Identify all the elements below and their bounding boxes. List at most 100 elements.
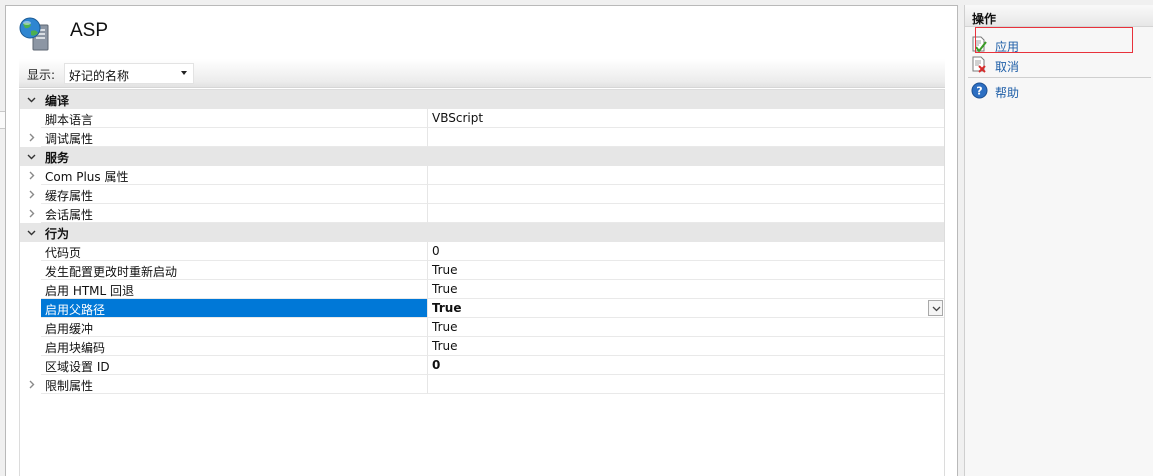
chevron-right-icon[interactable] (26, 132, 37, 143)
category-row[interactable]: 编译 (20, 90, 944, 109)
property-row[interactable]: 调试属性 (20, 128, 944, 147)
page-title: ASP (70, 20, 109, 41)
actions-title: 操作 (965, 5, 1153, 27)
property-value[interactable] (427, 375, 944, 394)
property-value[interactable] (427, 128, 944, 147)
category-name: 服务 (45, 151, 70, 165)
row-margin (20, 375, 41, 394)
property-value (427, 90, 944, 109)
help-icon: ? (971, 82, 988, 99)
chevron-right-icon[interactable] (26, 208, 37, 219)
dropdown-arrow-icon (181, 71, 187, 75)
row-margin (20, 128, 41, 147)
property-name: 启用父路径 (41, 299, 427, 318)
property-value-text: True (432, 263, 458, 277)
property-name: 调试属性 (41, 128, 427, 147)
property-name: 代码页 (41, 242, 427, 261)
property-name: 启用缓冲 (41, 318, 427, 337)
property-row[interactable]: 限制属性 (20, 375, 944, 394)
property-row[interactable]: 缓存属性 (20, 185, 944, 204)
property-value[interactable]: True (427, 318, 944, 337)
property-value[interactable] (427, 204, 944, 223)
property-value[interactable] (427, 166, 944, 185)
property-value[interactable]: True (427, 261, 944, 280)
property-row[interactable]: 会话属性 (20, 204, 944, 223)
row-margin (20, 318, 41, 337)
property-row[interactable]: 启用块编码 True (20, 337, 944, 356)
property-value[interactable] (427, 185, 944, 204)
property-name: 会话属性 (41, 204, 427, 223)
property-row[interactable]: 启用 HTML 回退 True (20, 280, 944, 299)
display-select-value: 好记的名称 (69, 69, 130, 83)
display-label: 显示: (27, 68, 56, 82)
row-margin (20, 261, 41, 280)
property-row[interactable]: 发生配置更改时重新启动 True (20, 261, 944, 280)
cancel-action[interactable]: 取消 (971, 56, 1151, 74)
actions-pane: 操作 应用 取消 ? 帮助 (964, 5, 1153, 476)
cancel-icon (972, 56, 986, 73)
property-value[interactable]: 0 (427, 242, 944, 261)
row-margin (20, 337, 41, 356)
svg-text:?: ? (976, 85, 982, 98)
row-margin (20, 90, 41, 109)
row-margin (20, 185, 41, 204)
property-value[interactable]: True (427, 280, 944, 299)
property-name: 限制属性 (41, 375, 427, 394)
property-row[interactable]: 启用缓冲 True (20, 318, 944, 337)
row-margin (20, 242, 41, 261)
chevron-down-icon[interactable] (26, 94, 37, 105)
feature-pane: ASP 显示: 好记的名称 编译 脚本语言 VBScript 调试属性服务 Com Pl… (5, 5, 958, 476)
property-value[interactable]: True (427, 299, 944, 318)
chevron-down-icon[interactable] (26, 151, 37, 162)
cancel-label: 取消 (995, 60, 1020, 74)
property-row[interactable]: 区域设置 ID 0 (20, 356, 944, 375)
display-select[interactable]: 好记的名称 (64, 63, 194, 84)
category-name: 行为 (45, 227, 70, 241)
help-label: 帮助 (995, 86, 1020, 100)
property-value (427, 147, 944, 166)
chevron-down-icon[interactable] (26, 227, 37, 238)
property-name: 缓存属性 (41, 185, 427, 204)
category-name: 编译 (45, 94, 70, 108)
property-name: 脚本语言 (41, 109, 427, 128)
row-margin (20, 280, 41, 299)
actions-divider (968, 77, 1151, 78)
chevron-down-icon (932, 306, 941, 312)
property-name: 启用块编码 (41, 337, 427, 356)
asp-globe-icon (19, 17, 49, 51)
chevron-right-icon[interactable] (26, 170, 37, 181)
row-margin (20, 299, 41, 318)
chevron-right-icon[interactable] (26, 379, 37, 390)
property-value-text: VBScript (432, 111, 484, 125)
property-value-text: 0 (432, 358, 441, 372)
value-dropdown-button[interactable] (928, 300, 943, 316)
property-row[interactable]: 启用父路径 True (20, 299, 944, 318)
row-margin (20, 204, 41, 223)
display-toolbar: 显示: 好记的名称 (19, 59, 945, 88)
property-row[interactable]: 代码页 0 (20, 242, 944, 261)
property-name: 区域设置 ID (41, 356, 427, 375)
highlight-annotation (975, 27, 1133, 53)
property-value[interactable]: VBScript (427, 109, 944, 128)
property-row[interactable]: Com Plus 属性 (20, 166, 944, 185)
property-value-text: 0 (432, 244, 440, 258)
category-row[interactable]: 服务 (20, 147, 944, 166)
property-value-text: True (432, 320, 458, 334)
property-value[interactable]: True (427, 337, 944, 356)
iis-manager-window: ASP 显示: 好记的名称 编译 脚本语言 VBScript 调试属性服务 Com Pl… (0, 0, 1153, 476)
property-name: Com Plus 属性 (41, 166, 427, 185)
chevron-right-icon[interactable] (26, 189, 37, 200)
property-grid: 编译 脚本语言 VBScript 调试属性服务 Com Plus 属性 缓存属性 会话属性行… (19, 89, 945, 476)
property-value-text: True (432, 339, 458, 353)
help-action[interactable]: ? 帮助 (971, 82, 1151, 100)
category-row[interactable]: 行为 (20, 223, 944, 242)
property-value[interactable]: 0 (427, 356, 944, 375)
property-row[interactable]: 脚本语言 VBScript (20, 109, 944, 128)
property-value-text: True (432, 282, 458, 296)
row-margin (20, 223, 41, 242)
row-margin (20, 147, 41, 166)
row-margin (20, 166, 41, 185)
row-margin (20, 109, 41, 128)
property-name: 启用 HTML 回退 (41, 280, 427, 299)
property-value (427, 223, 944, 242)
